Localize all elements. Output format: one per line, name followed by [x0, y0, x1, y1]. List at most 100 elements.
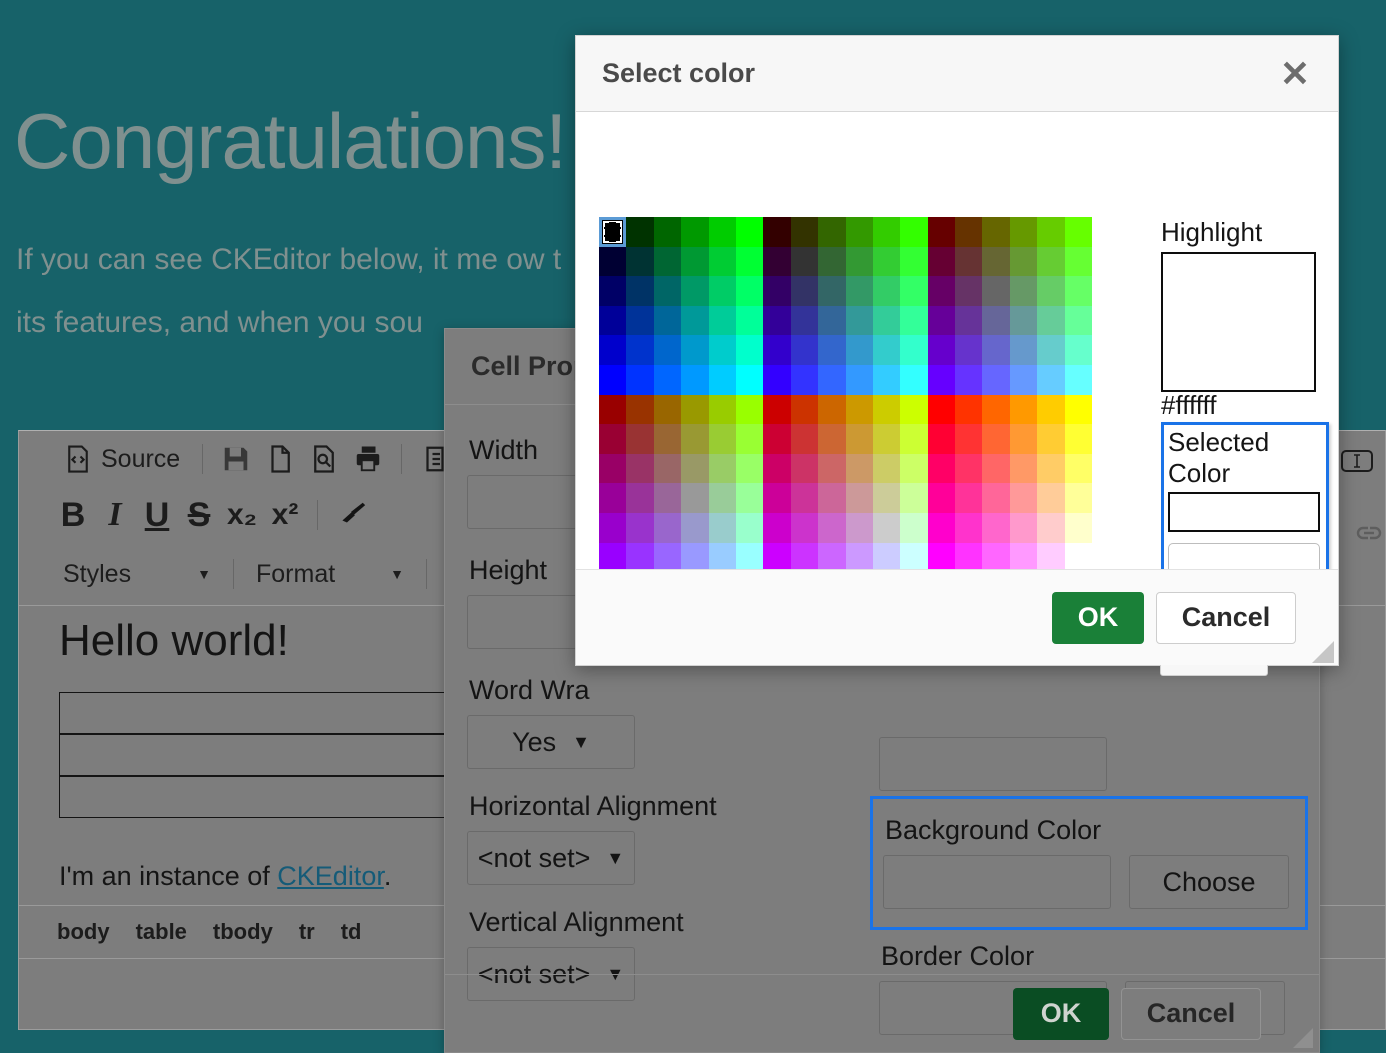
color-swatch[interactable]: [982, 542, 1010, 573]
color-swatch[interactable]: [927, 335, 956, 365]
color-swatch[interactable]: [599, 364, 627, 395]
color-swatch[interactable]: [681, 453, 709, 484]
color-swatch[interactable]: [872, 512, 901, 543]
color-swatch[interactable]: [708, 246, 736, 277]
color-swatch[interactable]: [681, 364, 709, 395]
color-swatch[interactable]: [735, 246, 764, 277]
color-swatch[interactable]: [1037, 364, 1065, 395]
color-swatch[interactable]: [653, 305, 682, 336]
background-color-choose-button[interactable]: Choose: [1129, 855, 1289, 909]
color-swatch[interactable]: [626, 305, 654, 336]
color-swatch[interactable]: [900, 364, 928, 395]
strikethrough-button[interactable]: S: [179, 495, 219, 535]
cell-properties-ok-button[interactable]: OK: [1013, 987, 1109, 1040]
color-swatch[interactable]: [653, 483, 682, 513]
color-swatch[interactable]: [653, 542, 682, 573]
color-swatch[interactable]: [763, 276, 791, 306]
link-button[interactable]: [1352, 520, 1386, 546]
table-cell[interactable]: [59, 692, 449, 734]
color-swatch[interactable]: [900, 276, 928, 306]
color-swatch[interactable]: [626, 424, 654, 454]
color-swatch[interactable]: [763, 394, 791, 425]
color-swatch[interactable]: [626, 394, 654, 425]
color-swatch[interactable]: [599, 453, 627, 484]
color-swatch[interactable]: [900, 542, 928, 573]
color-swatch[interactable]: [1064, 335, 1093, 365]
new-page-button[interactable]: [259, 439, 301, 479]
color-swatch[interactable]: [1037, 512, 1065, 543]
color-palette-grid[interactable]: [599, 217, 1093, 602]
italic-button[interactable]: I: [95, 495, 135, 535]
color-swatch[interactable]: [763, 542, 791, 573]
color-swatch[interactable]: [818, 217, 846, 247]
color-swatch[interactable]: [1064, 424, 1093, 454]
color-swatch[interactable]: [1037, 542, 1065, 573]
color-swatch[interactable]: [681, 542, 709, 573]
element-path-td[interactable]: td: [341, 919, 362, 945]
color-swatch[interactable]: [626, 483, 654, 513]
table-row[interactable]: [59, 776, 449, 818]
color-swatch[interactable]: [626, 335, 654, 365]
color-swatch[interactable]: [1064, 453, 1093, 484]
color-swatch[interactable]: [982, 453, 1010, 484]
color-swatch[interactable]: [599, 335, 627, 365]
color-swatch[interactable]: [735, 276, 764, 306]
cell-properties-cancel-button[interactable]: Cancel: [1121, 987, 1261, 1040]
preview-button[interactable]: [303, 439, 345, 479]
color-swatch[interactable]: [982, 276, 1010, 306]
color-swatch[interactable]: [845, 246, 873, 277]
format-dropdown[interactable]: Format ▼: [246, 554, 414, 594]
color-swatch[interactable]: [955, 217, 983, 247]
element-path-body[interactable]: body: [57, 919, 110, 945]
underline-button[interactable]: U: [137, 495, 177, 535]
color-swatch[interactable]: [790, 542, 819, 573]
color-swatch[interactable]: [1009, 394, 1038, 425]
color-swatch[interactable]: [790, 424, 819, 454]
color-swatch[interactable]: [1009, 305, 1038, 336]
color-swatch[interactable]: [1009, 542, 1038, 573]
color-swatch[interactable]: [708, 364, 736, 395]
table-cell[interactable]: [59, 776, 449, 818]
color-swatch[interactable]: [735, 305, 764, 336]
color-swatch[interactable]: [626, 276, 654, 306]
color-swatch[interactable]: [599, 217, 627, 247]
color-swatch[interactable]: [818, 512, 846, 543]
color-swatch[interactable]: [927, 394, 956, 425]
color-swatch[interactable]: [872, 305, 901, 336]
color-swatch[interactable]: [845, 305, 873, 336]
element-path-table[interactable]: table: [136, 919, 187, 945]
color-swatch[interactable]: [1064, 512, 1093, 543]
color-swatch[interactable]: [1064, 394, 1093, 425]
color-swatch[interactable]: [818, 246, 846, 277]
color-swatch[interactable]: [735, 394, 764, 425]
color-swatch[interactable]: [790, 394, 819, 425]
color-swatch[interactable]: [845, 335, 873, 365]
color-swatch[interactable]: [818, 364, 846, 395]
color-swatch[interactable]: [626, 512, 654, 543]
color-swatch[interactable]: [872, 364, 901, 395]
color-swatch[interactable]: [1009, 364, 1038, 395]
color-swatch[interactable]: [900, 305, 928, 336]
color-swatch[interactable]: [955, 512, 983, 543]
color-swatch[interactable]: [872, 335, 901, 365]
color-swatch[interactable]: [599, 424, 627, 454]
text-field-button[interactable]: [1340, 448, 1374, 474]
styles-dropdown[interactable]: Styles ▼: [53, 554, 221, 594]
color-swatch[interactable]: [982, 394, 1010, 425]
color-swatch[interactable]: [982, 512, 1010, 543]
color-swatch[interactable]: [790, 512, 819, 543]
color-swatch[interactable]: [927, 364, 956, 395]
color-swatch[interactable]: [955, 335, 983, 365]
color-swatch[interactable]: [763, 217, 791, 247]
color-swatch[interactable]: [1037, 424, 1065, 454]
color-swatch[interactable]: [818, 335, 846, 365]
color-swatch[interactable]: [653, 276, 682, 306]
color-swatch[interactable]: [927, 276, 956, 306]
color-swatch[interactable]: [1064, 246, 1093, 277]
color-swatch[interactable]: [708, 305, 736, 336]
color-swatch[interactable]: [1037, 453, 1065, 484]
color-swatch[interactable]: [708, 335, 736, 365]
color-swatch[interactable]: [872, 424, 901, 454]
color-swatch[interactable]: [681, 512, 709, 543]
select-color-ok-button[interactable]: OK: [1052, 591, 1144, 644]
